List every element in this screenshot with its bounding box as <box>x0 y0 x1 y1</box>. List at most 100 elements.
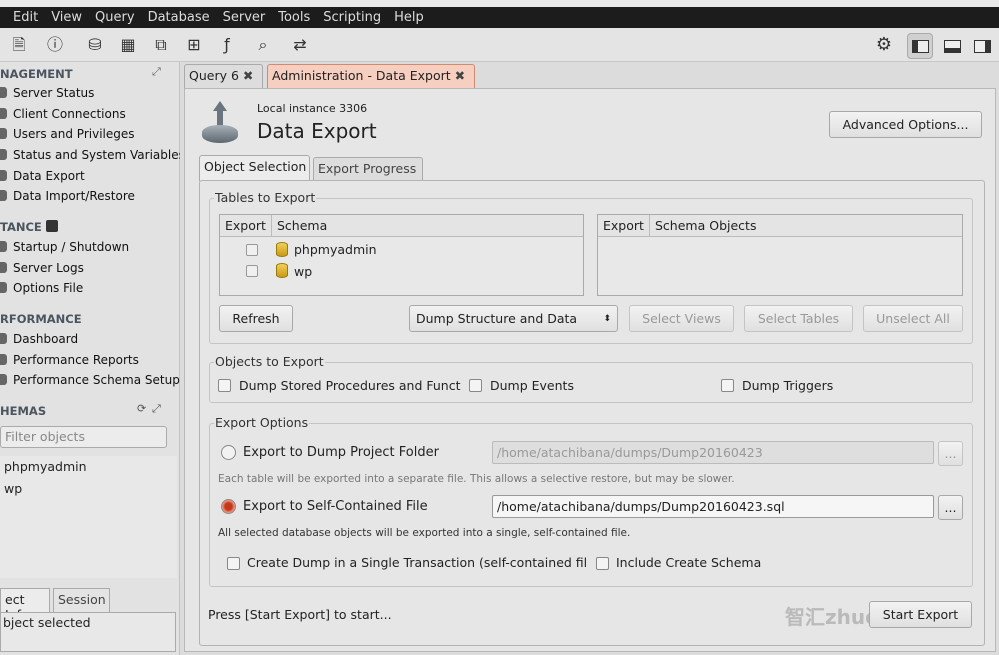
sidebar-item-client-connections[interactable]: Client Connections <box>0 107 126 121</box>
toggle-sidebar-icon[interactable] <box>907 33 933 59</box>
schema-table: Export Schema phpmyadmin wp <box>219 214 584 296</box>
label: Server Logs <box>13 261 84 275</box>
advanced-options-button[interactable]: Advanced Options... <box>829 111 982 138</box>
dump-events-checkbox[interactable] <box>469 379 482 392</box>
schema-item-wp[interactable]: wp <box>4 481 22 496</box>
dump-folder-path-input[interactable]: /home/atachibana/dumps/Dump20160423 <box>492 441 934 464</box>
single-transaction-label: Create Dump in a Single Transaction (sel… <box>247 555 588 570</box>
tab-object-info[interactable]: ect Info <box>0 588 50 622</box>
self-contained-file-radio[interactable] <box>221 499 236 514</box>
menu-database[interactable]: Database <box>148 10 210 25</box>
tab-session[interactable]: Session <box>53 588 110 612</box>
label: Performance Schema Setup <box>13 373 180 387</box>
schema-objects-table: Export Schema Objects <box>597 214 963 296</box>
instance-label: Local instance 3306 <box>257 102 368 115</box>
label: Performance Reports <box>13 353 139 367</box>
menu-query[interactable]: Query <box>95 10 135 25</box>
sidebar-item-options-file[interactable]: Options File <box>0 281 83 295</box>
tab-query-6[interactable]: Query 6 ✖ <box>184 64 263 88</box>
tab-export-progress[interactable]: Export Progress <box>313 157 423 181</box>
schema-item-phpmyadmin[interactable]: phpmyadmin <box>4 459 87 474</box>
close-icon[interactable]: ✖ <box>243 68 253 83</box>
menu-tools[interactable]: Tools <box>278 10 310 25</box>
wrench-icon <box>45 220 58 232</box>
refresh-button[interactable]: Refresh <box>219 305 293 332</box>
menu-help[interactable]: Help <box>394 10 424 25</box>
column-header-export[interactable]: Export <box>598 215 650 237</box>
group-title: Export Options <box>214 415 310 430</box>
export-file-path-input[interactable]: /home/atachibana/dumps/Dump20160423.sql <box>492 495 934 518</box>
unselect-all-button[interactable]: Unselect All <box>863 305 963 332</box>
maximize-icon[interactable]: ⤢ <box>152 402 161 416</box>
sidebar-item-performance-reports[interactable]: Performance Reports <box>0 353 139 367</box>
toolbar: 🗎 ⓘ ⛁ ▦ ⧉ ⊞ ƒ ⌕ ⇄ ⚙ <box>0 28 999 62</box>
menu-edit[interactable]: Edit <box>13 10 38 25</box>
label: Query 6 <box>189 68 239 83</box>
create-procedure-icon[interactable]: ⊞ <box>183 34 205 56</box>
browse-folder-button[interactable]: ... <box>938 441 963 466</box>
sidebar-item-data-export[interactable]: Data Export <box>0 169 85 183</box>
new-sql-tab-icon[interactable]: 🗎 <box>8 34 30 56</box>
section-management: NAGEMENT <box>0 67 73 81</box>
folder-hint: Each table will be exported into a separ… <box>218 473 735 485</box>
dump-project-folder-radio[interactable] <box>221 445 236 460</box>
dump-project-folder-label: Export to Dump Project Folder <box>243 445 439 460</box>
dump-type-select[interactable]: Dump Structure and Data ⬍ <box>409 305 618 332</box>
create-table-icon[interactable]: ▦ <box>117 34 139 56</box>
include-create-schema-checkbox[interactable] <box>596 557 609 570</box>
tab-object-selection[interactable]: Object Selection <box>199 155 310 181</box>
browse-file-button[interactable]: ... <box>938 495 963 520</box>
toggle-secondary-sidebar-icon[interactable] <box>969 33 995 59</box>
selected-value: Dump Structure and Data <box>416 311 578 326</box>
sidebar-item-data-import[interactable]: Data Import/Restore <box>0 189 135 203</box>
menu-view[interactable]: View <box>51 10 82 25</box>
self-contained-file-label: Export to Self-Contained File <box>243 499 428 514</box>
column-header-schema[interactable]: Schema <box>272 215 583 237</box>
create-view-icon[interactable]: ⧉ <box>150 34 172 56</box>
sidebar-item-performance-schema-setup[interactable]: Performance Schema Setup <box>0 373 180 387</box>
toggle-output-icon[interactable] <box>939 33 965 59</box>
sidebar-item-dashboard[interactable]: Dashboard <box>0 332 78 346</box>
filter-objects-input[interactable]: Filter objects <box>0 426 167 448</box>
export-checkbox[interactable] <box>246 265 258 277</box>
schema-name[interactable]: phpmyadmin <box>294 242 377 257</box>
dump-routines-label: Dump Stored Procedures and Funct <box>239 378 461 393</box>
export-icon <box>201 101 238 145</box>
dump-events-label: Dump Events <box>490 378 574 393</box>
export-checkbox[interactable] <box>246 244 258 256</box>
dump-triggers-checkbox[interactable] <box>721 379 734 392</box>
select-tables-button[interactable]: Select Tables <box>744 305 853 332</box>
refresh-schemas-icon[interactable]: ⟳ <box>137 402 146 415</box>
close-icon[interactable]: ✖ <box>455 68 465 83</box>
create-function-icon[interactable]: ƒ <box>216 34 238 56</box>
maximize-icon[interactable]: ⤢ <box>152 65 161 79</box>
search-table-data-icon[interactable]: ⌕ <box>252 34 274 56</box>
schema-name[interactable]: wp <box>294 264 312 279</box>
label: Data Export <box>13 169 85 183</box>
select-views-button[interactable]: Select Views <box>629 305 734 332</box>
label: Server Status <box>13 86 95 100</box>
column-header-export[interactable]: Export <box>220 215 272 237</box>
inspector-icon[interactable]: ⓘ <box>44 34 66 56</box>
column-header-schema-objects[interactable]: Schema Objects <box>650 215 962 237</box>
reconnect-icon[interactable]: ⇄ <box>289 34 311 56</box>
start-export-button[interactable]: Start Export <box>869 601 972 628</box>
label: Client Connections <box>13 107 126 121</box>
dump-routines-checkbox[interactable] <box>218 379 231 392</box>
create-schema-icon[interactable]: ⛁ <box>84 34 106 56</box>
settings-icon[interactable]: ⚙ <box>873 34 895 56</box>
object-info-panel: bject selected <box>0 612 176 652</box>
label: Status and System Variables <box>13 148 180 162</box>
tab-administration-data-export[interactable]: Administration - Data Export ✖ <box>267 64 475 88</box>
menu-server[interactable]: Server <box>223 10 266 25</box>
sidebar-item-startup-shutdown[interactable]: Startup / Shutdown <box>0 240 129 254</box>
group-title: Tables to Export <box>214 190 317 205</box>
sidebar-item-status-variables[interactable]: Status and System Variables <box>0 148 180 162</box>
menu-bar: Edit View Query Database Server Tools Sc… <box>0 7 999 28</box>
single-transaction-checkbox[interactable] <box>227 557 240 570</box>
sidebar-item-server-logs[interactable]: Server Logs <box>0 261 84 275</box>
menu-scripting[interactable]: Scripting <box>323 10 381 25</box>
group-title: Objects to Export <box>214 354 325 369</box>
sidebar-item-server-status[interactable]: Server Status <box>0 86 94 100</box>
sidebar-item-users-privileges[interactable]: Users and Privileges <box>0 127 135 141</box>
